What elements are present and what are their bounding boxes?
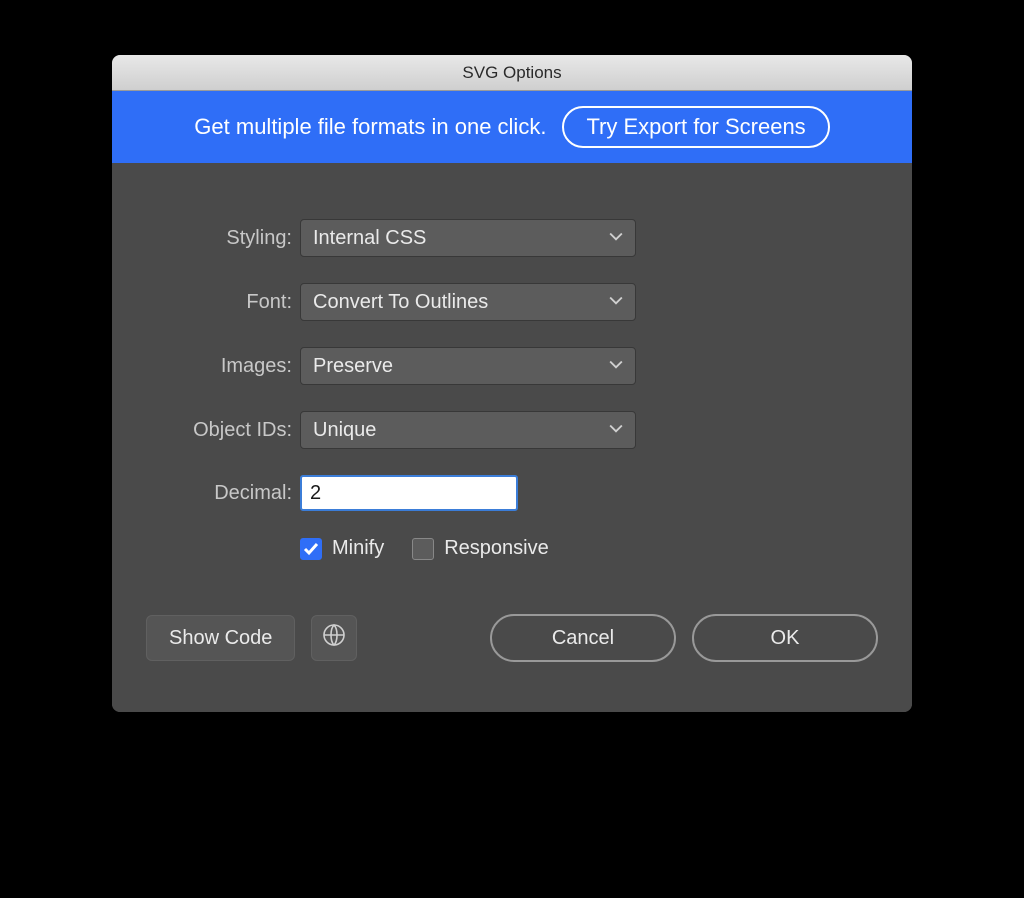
images-row: Images: Preserve	[142, 347, 882, 385]
svg-options-dialog: SVG Options Get multiple file formats in…	[112, 55, 912, 712]
responsive-checkbox-box	[412, 538, 434, 560]
check-icon	[303, 541, 319, 557]
promo-bar: Get multiple file formats in one click. …	[112, 91, 912, 163]
object-ids-row: Object IDs: Unique	[142, 411, 882, 449]
chevron-down-icon	[609, 295, 623, 309]
object-ids-value: Unique	[313, 419, 376, 442]
font-label: Font:	[142, 291, 300, 314]
preview-in-browser-button[interactable]	[311, 615, 357, 661]
checkbox-row: Minify Responsive	[300, 537, 882, 560]
responsive-checkbox[interactable]: Responsive	[412, 537, 549, 560]
cancel-button[interactable]: Cancel	[490, 614, 676, 662]
chevron-down-icon	[609, 423, 623, 437]
object-ids-label: Object IDs:	[142, 419, 300, 442]
minify-label: Minify	[332, 537, 384, 560]
styling-dropdown[interactable]: Internal CSS	[300, 219, 636, 257]
dialog-content: Styling: Internal CSS Font: Convert To O…	[112, 163, 912, 712]
font-row: Font: Convert To Outlines	[142, 283, 882, 321]
styling-value: Internal CSS	[313, 227, 426, 250]
images-label: Images:	[142, 355, 300, 378]
styling-row: Styling: Internal CSS	[142, 219, 882, 257]
decimal-input[interactable]	[300, 475, 518, 511]
minify-checkbox[interactable]: Minify	[300, 537, 384, 560]
globe-icon	[322, 623, 346, 653]
promo-text: Get multiple file formats in one click.	[194, 114, 546, 140]
font-value: Convert To Outlines	[313, 291, 488, 314]
ok-button[interactable]: OK	[692, 614, 878, 662]
decimal-row: Decimal:	[142, 475, 882, 511]
responsive-label: Responsive	[444, 537, 549, 560]
try-export-for-screens-button[interactable]: Try Export for Screens	[562, 106, 829, 148]
images-dropdown[interactable]: Preserve	[300, 347, 636, 385]
show-code-button[interactable]: Show Code	[146, 615, 295, 661]
chevron-down-icon	[609, 359, 623, 373]
styling-label: Styling:	[142, 227, 300, 250]
object-ids-dropdown[interactable]: Unique	[300, 411, 636, 449]
decimal-label: Decimal:	[142, 482, 300, 505]
images-value: Preserve	[313, 355, 393, 378]
button-row: Show Code Cancel OK	[142, 614, 882, 662]
minify-checkbox-box	[300, 538, 322, 560]
font-dropdown[interactable]: Convert To Outlines	[300, 283, 636, 321]
window-title: SVG Options	[462, 63, 561, 83]
titlebar: SVG Options	[112, 55, 912, 91]
chevron-down-icon	[609, 231, 623, 245]
